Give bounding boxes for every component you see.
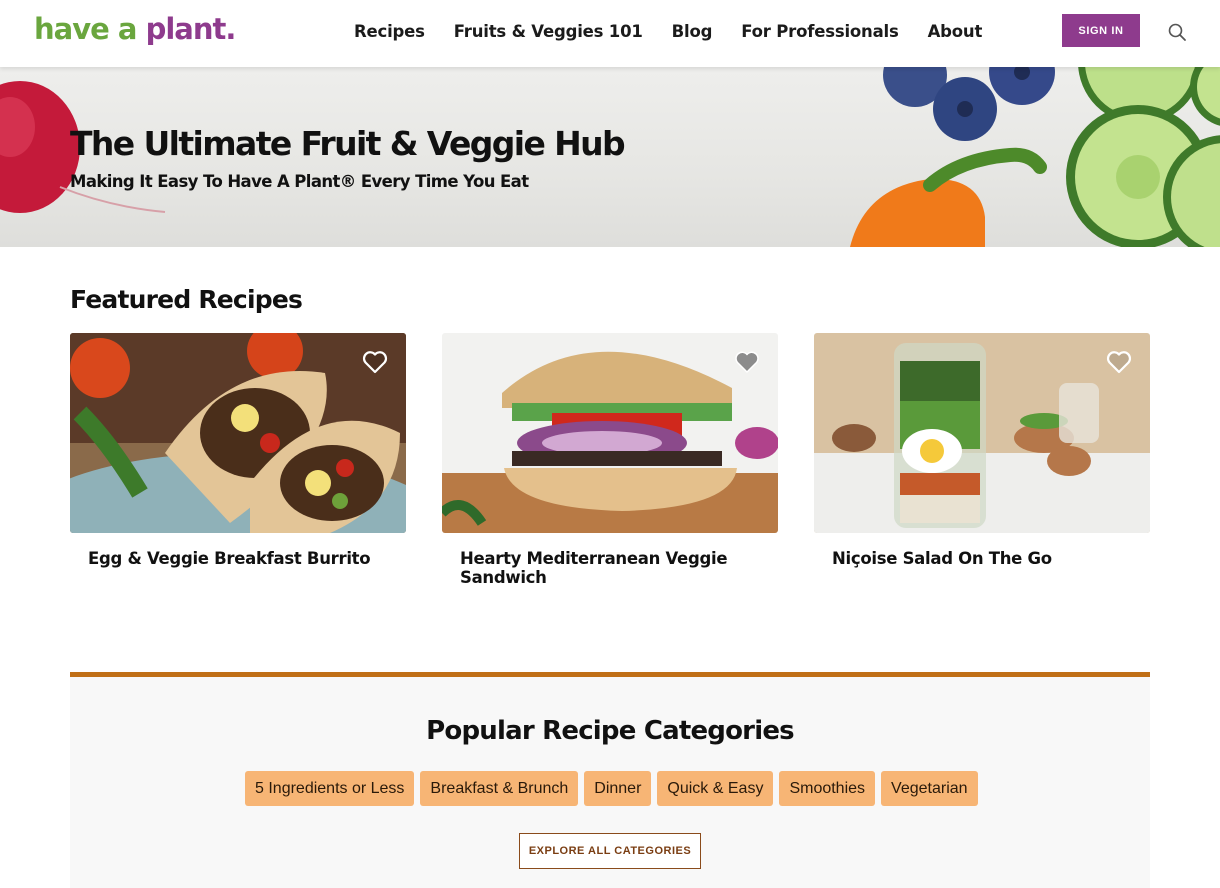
logo-text-have-a: have a	[34, 12, 137, 46]
featured-recipes-title: Featured Recipes	[70, 285, 303, 314]
site-header: have a plant. Recipes Fruits & Veggies 1…	[0, 0, 1220, 67]
explore-all-categories-button[interactable]: EXPLORE ALL CATEGORIES	[519, 833, 701, 869]
category-chip-breakfast-brunch[interactable]: Breakfast & Brunch	[420, 771, 579, 806]
nav-about[interactable]: About	[928, 22, 983, 41]
category-chip-quick-easy[interactable]: Quick & Easy	[657, 771, 774, 806]
category-chip-dinner[interactable]: Dinner	[584, 771, 652, 806]
recipe-image-burrito[interactable]	[70, 333, 406, 533]
hero-banner: The Ultimate Fruit & Veggie Hub Making I…	[0, 67, 1220, 247]
hero-title: The Ultimate Fruit & Veggie Hub	[70, 124, 626, 163]
nav-recipes[interactable]: Recipes	[354, 22, 425, 41]
recipe-title-burrito[interactable]: Egg & Veggie Breakfast Burrito	[88, 549, 378, 568]
recipe-title-sandwich[interactable]: Hearty Mediterranean Veggie Sandwich	[460, 549, 750, 587]
recipe-image-nicoise[interactable]	[814, 333, 1150, 533]
recipe-title-nicoise[interactable]: Niçoise Salad On The Go	[832, 549, 1122, 568]
recipe-image-sandwich[interactable]	[442, 333, 778, 533]
main-nav: Recipes Fruits & Veggies 101 Blog For Pr…	[354, 22, 982, 41]
favorite-heart-icon[interactable]	[362, 350, 388, 374]
category-chip-smoothies[interactable]: Smoothies	[779, 771, 876, 806]
recipe-card-burrito[interactable]: Egg & Veggie Breakfast Burrito	[70, 333, 406, 568]
category-chips: 5 Ingredients or Less Breakfast & Brunch…	[245, 771, 978, 806]
sign-in-button[interactable]: SIGN IN	[1062, 14, 1140, 47]
hero-subtitle: Making It Easy To Have A Plant® Every Ti…	[70, 172, 529, 191]
category-chip-5-ingredients[interactable]: 5 Ingredients or Less	[245, 771, 415, 806]
popular-categories-section: Popular Recipe Categories 5 Ingredients …	[70, 672, 1150, 888]
nav-for-professionals[interactable]: For Professionals	[741, 22, 899, 41]
nav-blog[interactable]: Blog	[672, 22, 713, 41]
logo-text-plant: plant	[145, 12, 227, 46]
recipe-card-sandwich[interactable]: Hearty Mediterranean Veggie Sandwich	[442, 333, 778, 587]
search-icon[interactable]	[1167, 22, 1187, 42]
nav-fruits-veggies-101[interactable]: Fruits & Veggies 101	[454, 22, 643, 41]
site-logo[interactable]: have a plant.	[34, 12, 236, 46]
favorite-heart-icon[interactable]	[1106, 350, 1132, 374]
popular-categories-title: Popular Recipe Categories	[426, 716, 794, 746]
favorite-heart-icon[interactable]	[734, 350, 760, 374]
category-chip-vegetarian[interactable]: Vegetarian	[881, 771, 978, 806]
logo-dot: .	[225, 12, 236, 46]
recipe-card-nicoise[interactable]: Niçoise Salad On The Go	[814, 333, 1150, 568]
